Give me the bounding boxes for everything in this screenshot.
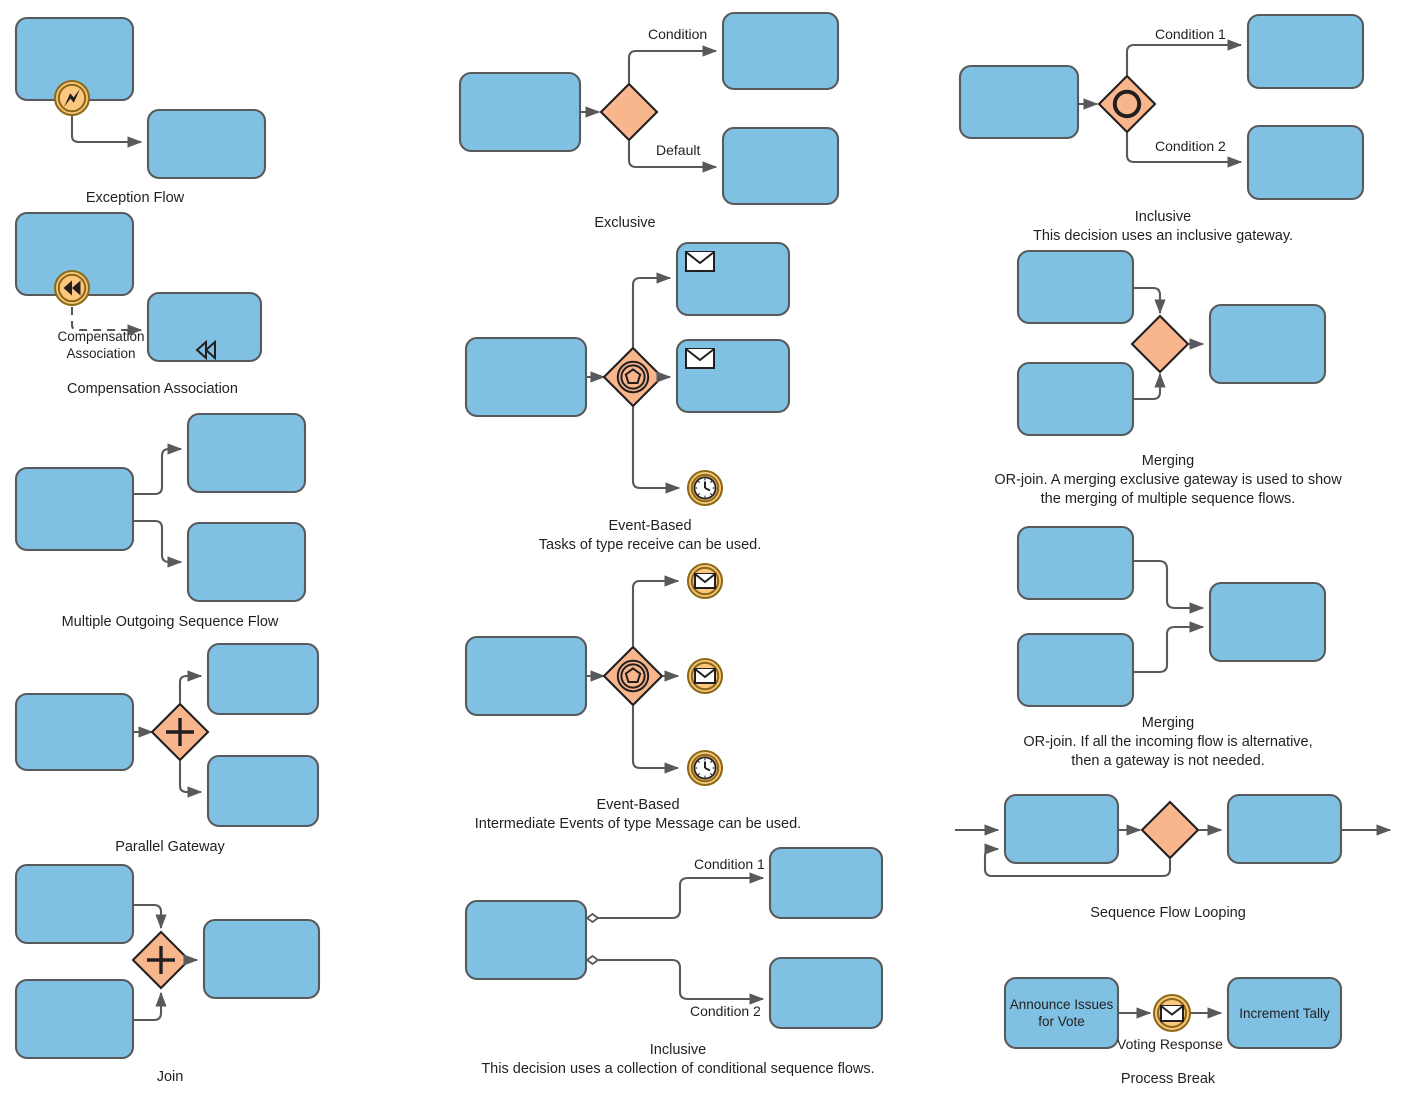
- conditional-sequence-flow: [594, 872, 765, 920]
- message-marker-icon: [685, 251, 715, 272]
- group-compensation-association: [14, 211, 263, 363]
- message-marker-icon: [685, 348, 715, 369]
- task-box: [1016, 249, 1135, 325]
- parallel-gateway-plus-icon: [131, 930, 191, 990]
- timer-event-icon: [686, 749, 724, 787]
- task-box: [202, 918, 321, 1000]
- error-event-icon: [53, 79, 91, 117]
- task-box: [1003, 793, 1120, 865]
- task-box: [464, 635, 588, 717]
- group-inclusive-gateway: [958, 13, 1365, 201]
- event-based-gateway-icon: [602, 645, 664, 707]
- task-box: [1246, 124, 1365, 201]
- task-box: [1016, 525, 1135, 601]
- sequence-flow: [134, 443, 183, 496]
- task-box: [14, 863, 135, 945]
- group-multiple-outgoing: [14, 412, 307, 603]
- event-based-gateway-icon: [602, 346, 664, 408]
- sequence-flow: [178, 761, 203, 798]
- task-box: [186, 412, 307, 494]
- group-merging-no-gateway: [1016, 525, 1327, 708]
- conditional-flow-diamond-icon: [585, 954, 600, 966]
- sequence-flow: [627, 45, 718, 83]
- task-box: [768, 956, 884, 1030]
- sequence-flow: [631, 706, 680, 774]
- exclusive-gateway-icon: [599, 82, 659, 142]
- group-merging-exclusive: [1016, 249, 1327, 437]
- message-event-icon: [686, 657, 724, 695]
- group-event-based-message: [464, 562, 724, 787]
- sequence-flow: [134, 903, 167, 930]
- task-box: [1003, 976, 1120, 1050]
- task-box: [1226, 793, 1343, 865]
- task-box: [14, 978, 135, 1060]
- sequence-flow: [178, 670, 203, 703]
- group-process-break: [1003, 976, 1343, 1050]
- group-inclusive-conditional: [464, 846, 884, 1030]
- task-box: [768, 846, 884, 920]
- task-box: [1246, 13, 1365, 90]
- parallel-gateway-plus-icon: [150, 702, 210, 762]
- task-box: [1016, 632, 1135, 708]
- sequence-flow: [631, 407, 681, 494]
- message-event-icon: [686, 562, 724, 600]
- group-exclusive: [458, 11, 840, 206]
- sequence-flow: [1134, 559, 1205, 614]
- task-box: [1226, 976, 1343, 1050]
- bpmn-canvas: .task { fill: #80C1E3; stroke: #58595b; …: [14, 11, 1392, 1060]
- conditional-sequence-flow: [594, 958, 765, 1005]
- task-box: [206, 754, 320, 828]
- task-box: [1016, 361, 1135, 437]
- compensation-association-flow: [70, 307, 143, 336]
- exclusive-gateway-icon: [1130, 314, 1190, 374]
- task-box: [146, 108, 267, 180]
- sequence-flow: [1125, 39, 1243, 75]
- exclusive-gateway-icon: [1140, 800, 1200, 860]
- sequence-flow: [1134, 372, 1166, 401]
- message-event-icon: [1152, 993, 1192, 1033]
- group-event-based-receive: [464, 241, 791, 507]
- timer-event-icon: [686, 469, 724, 507]
- group-parallel-gateway: [14, 642, 320, 828]
- sequence-flow: [1134, 286, 1166, 315]
- task-box: [458, 71, 582, 153]
- sequence-flow: [631, 575, 680, 646]
- sequence-flow: [1134, 621, 1205, 674]
- task-box: [958, 64, 1080, 140]
- sequence-flow: [631, 272, 672, 347]
- sequence-flow: [627, 141, 718, 173]
- group-sequence-flow-looping: [955, 793, 1392, 878]
- sequence-flow: [134, 991, 167, 1022]
- task-box: [146, 291, 263, 363]
- task-box: [464, 336, 588, 418]
- task-box: [721, 11, 840, 91]
- sequence-flow: [70, 111, 143, 148]
- group-exception-flow: [14, 16, 267, 180]
- task-box: [14, 466, 135, 552]
- group-join: [14, 863, 321, 1060]
- task-box: [464, 899, 588, 981]
- sequence-flow: [1125, 133, 1243, 168]
- task-box: [14, 692, 135, 772]
- task-box: [1208, 303, 1327, 385]
- task-box: [186, 521, 307, 603]
- sequence-flow: [134, 519, 183, 568]
- task-box: [1208, 581, 1327, 663]
- task-box: [721, 126, 840, 206]
- bpmn-reference-sheet: .task { fill: #80C1E3; stroke: #58595b; …: [0, 0, 1403, 1100]
- compensation-event-icon: [53, 269, 91, 307]
- conditional-flow-diamond-icon: [585, 912, 600, 924]
- inclusive-gateway-icon: [1097, 74, 1157, 134]
- task-box: [206, 642, 320, 716]
